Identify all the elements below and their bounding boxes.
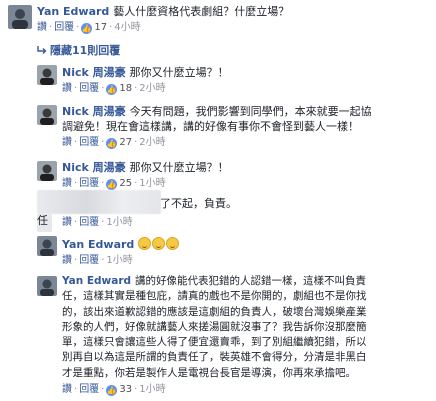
like-count[interactable]: 25 (119, 178, 132, 189)
timestamp[interactable]: 1小時 (139, 384, 165, 395)
avatar[interactable] (37, 236, 57, 256)
hide-replies-toggle[interactable]: 隱藏11則回覆 (37, 44, 120, 58)
comment-author[interactable]: Yan Edward (62, 275, 131, 287)
avatar[interactable] (37, 161, 57, 181)
reply-button[interactable]: 回覆 (79, 83, 99, 94)
comment-line: 單，這樣只會讓這些人得了便宜還賣乖，到了別組繼續犯錯，所以 (62, 336, 367, 349)
like-button[interactable]: 讚 (62, 178, 72, 189)
avatar[interactable] (37, 105, 57, 125)
like-count[interactable]: 27 (119, 137, 132, 148)
comment-text: 了不起，負責。 (160, 197, 237, 210)
comment-text-continued: 任 (37, 214, 48, 227)
comment-line: 任，這樣其實是種包庇，請真的戲也不是你開的，劇組也不是你找 (62, 290, 367, 303)
reply-button[interactable]: 回覆 (54, 22, 74, 33)
like-button[interactable]: 讚 (62, 83, 72, 94)
like-button[interactable]: 讚 (37, 22, 47, 33)
comment-author[interactable]: Nick 周湯豪 (62, 161, 126, 174)
comment-line: 才是重點，你若是製作人是電視台長官是導演，你再來承擔吧。 (62, 366, 356, 379)
laughing-emoji-icon (152, 237, 166, 250)
comment-text: 講的好像能代表犯錯的人認錯一樣，這樣不叫負責 (135, 275, 367, 287)
laughing-emoji-icon (166, 237, 180, 250)
comment-author[interactable]: Yan Edward (62, 238, 134, 251)
timestamp[interactable]: 1小時 (106, 255, 132, 266)
like-icon: 👍 (106, 179, 118, 190)
like-button[interactable]: 讚 (62, 137, 72, 148)
like-icon: 👍 (106, 385, 118, 397)
timestamp[interactable]: 2小時 (139, 83, 165, 94)
comment-author[interactable]: Yan Edward (37, 5, 109, 18)
timestamp[interactable]: 1小時 (106, 217, 132, 228)
comment-text: 今天有問題，我們影響到同學們，本來就要一起協 (129, 105, 372, 118)
redacted-author-block (37, 190, 161, 214)
like-count[interactable]: 18 (119, 83, 132, 94)
comment-line: 別再自以為這是所謂的負責任了，裝英雄不會得分，分清是非黑白 (62, 351, 367, 364)
like-button[interactable]: 讚 (62, 217, 72, 228)
like-count[interactable]: 17 (94, 22, 107, 33)
avatar[interactable] (8, 5, 32, 29)
like-count[interactable]: 33 (119, 384, 132, 395)
comment-line: 的，該出來道歉認錯的應該是這劇組的負責人，破壞台灣娛樂產業 (62, 305, 367, 318)
like-icon: 👍 (81, 23, 93, 34)
like-button[interactable]: 讚 (62, 384, 72, 395)
like-icon: 👍 (106, 84, 118, 95)
comment-author[interactable]: Nick 周湯豪 (62, 66, 126, 79)
reply-button[interactable]: 回覆 (79, 217, 99, 228)
like-button[interactable]: 讚 (62, 255, 72, 266)
comment-line: 形象的人們，好像就講藝人來搓湯圓就沒事了？我告訴你沒那麼簡 (62, 320, 367, 333)
timestamp[interactable]: 4小時 (114, 22, 140, 33)
comment-text: 那你又什麼立場？！ (129, 66, 229, 79)
reply-button[interactable]: 回覆 (79, 384, 99, 395)
reply-button[interactable]: 回覆 (79, 255, 99, 266)
hide-replies-label[interactable]: 隱藏11則回覆 (50, 44, 120, 57)
laughing-emoji-icon (138, 237, 152, 250)
reply-button[interactable]: 回覆 (79, 137, 99, 148)
avatar[interactable] (37, 276, 57, 296)
like-icon: 👍 (106, 138, 118, 149)
comment-text: 那你又什麼立場？！ (129, 161, 229, 174)
reply-arrow-icon (37, 46, 47, 54)
comment-text-continued: 調避免！現在會這樣講，講的好像有事你不會怪到藝人一樣！ (62, 120, 359, 133)
timestamp[interactable]: 2小時 (139, 137, 165, 148)
comment-author[interactable]: Nick 周湯豪 (62, 105, 126, 118)
avatar[interactable] (37, 65, 57, 85)
reply-button[interactable]: 回覆 (79, 178, 99, 189)
timestamp[interactable]: 1小時 (139, 178, 165, 189)
comment-text: 藝人什麼資格代表劇組？什麼立場？ (113, 5, 290, 18)
